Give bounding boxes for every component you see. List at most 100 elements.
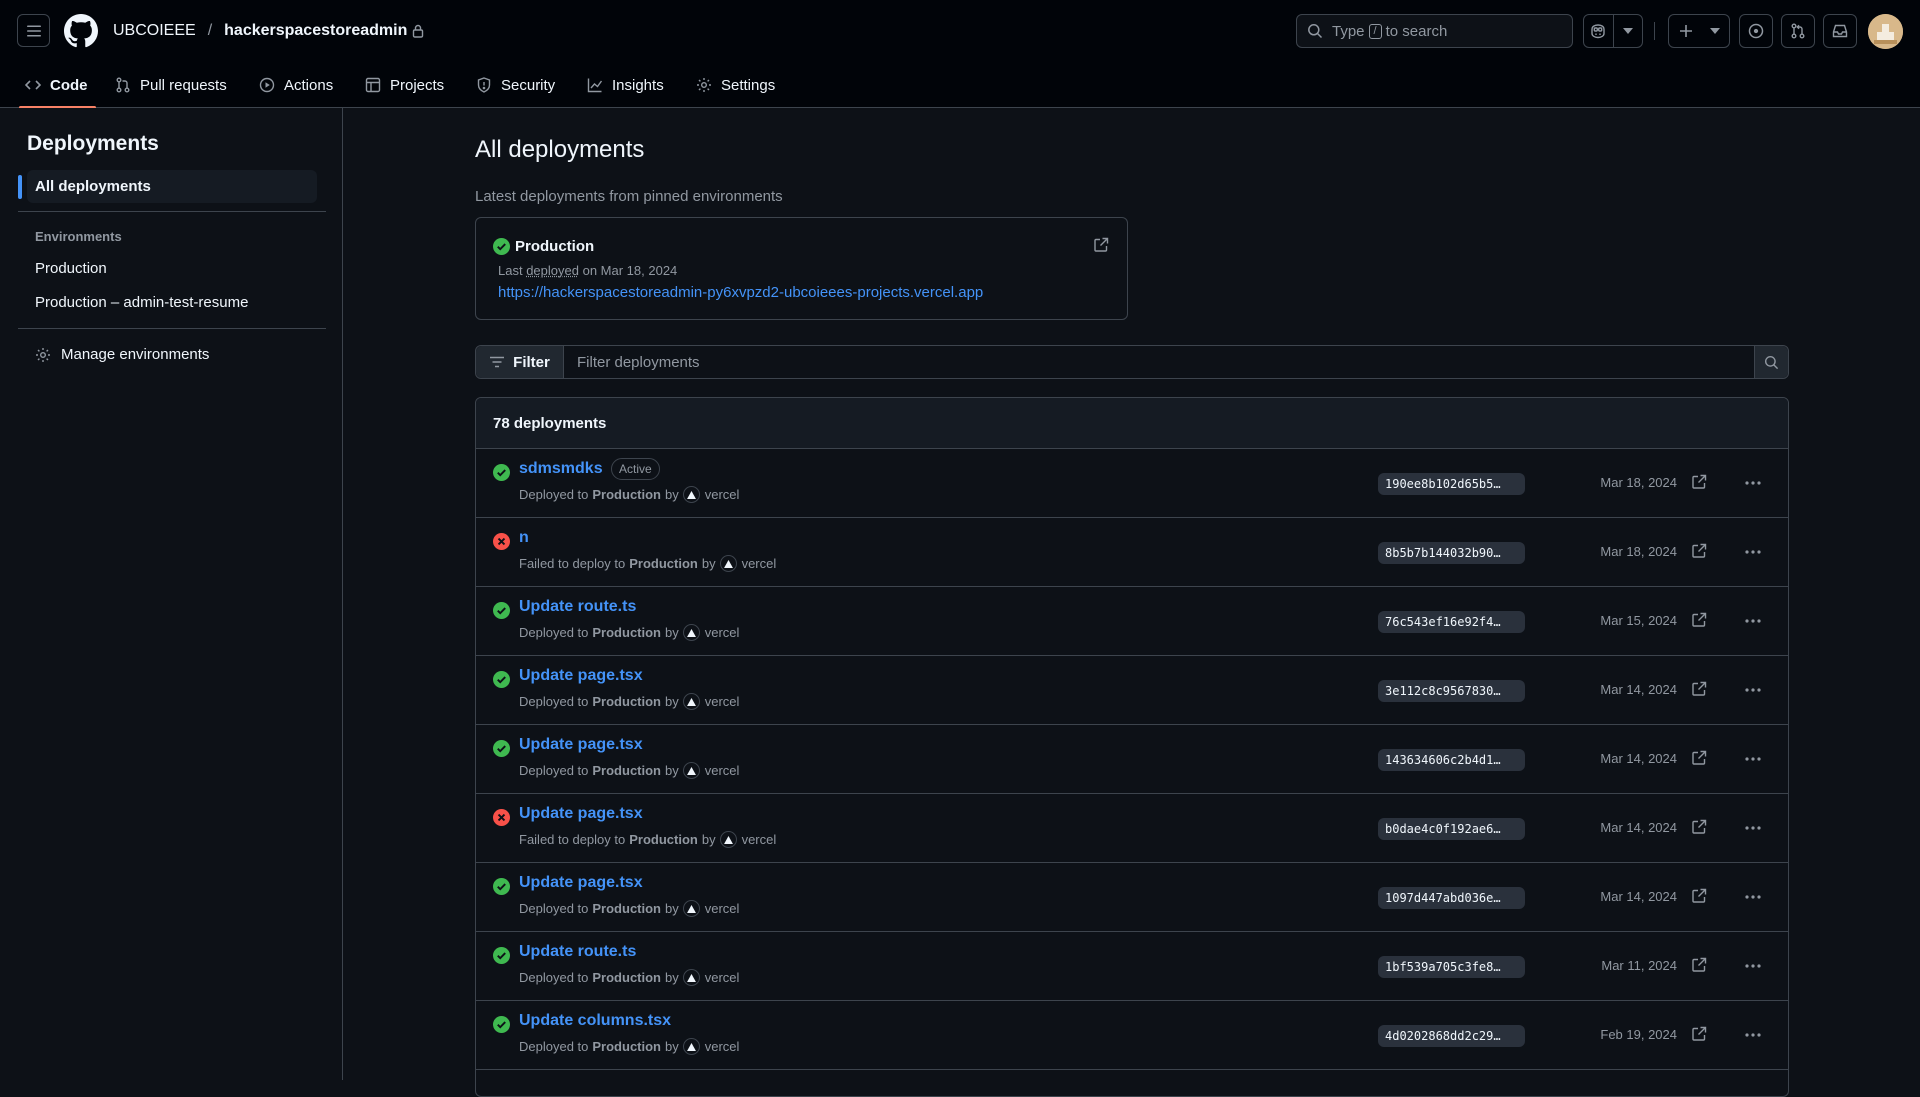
commit-sha[interactable]: 1bf539a705c3fe8… (1378, 956, 1525, 978)
pinned-url-link[interactable]: https://hackerspacestoreadmin-py6xvpzd2-… (498, 284, 983, 301)
sidebar-item-label: Production (35, 260, 107, 277)
deployment-description: Failed to deploy to Production by vercel (519, 555, 777, 572)
kebab-menu-icon[interactable] (1744, 544, 1762, 560)
deployment-title-link[interactable]: Update page.tsx (519, 874, 643, 892)
external-link-icon[interactable] (1691, 543, 1707, 559)
actor-name[interactable]: vercel (705, 901, 740, 916)
environment-name[interactable]: Production (592, 694, 661, 709)
commit-sha[interactable]: 4d0202868dd2c29… (1378, 1025, 1525, 1047)
external-link-icon[interactable] (1691, 474, 1707, 490)
commit-sha[interactable]: b0dae4c0f192ae6… (1378, 818, 1525, 840)
kebab-menu-icon[interactable] (1744, 751, 1762, 767)
filter-search-button[interactable] (1754, 346, 1788, 378)
deployment-title-link[interactable]: Update page.tsx (519, 805, 643, 823)
external-link-icon[interactable] (1691, 681, 1707, 697)
actor-name[interactable]: vercel (705, 487, 740, 502)
kebab-menu-icon[interactable] (1744, 682, 1762, 698)
github-logo-icon[interactable] (64, 14, 98, 48)
external-link-icon[interactable] (1691, 888, 1707, 904)
sidebar-item-production[interactable]: Production (27, 252, 317, 285)
actor-name[interactable]: vercel (705, 970, 740, 985)
deployment-title-link[interactable]: sdmsmdks (519, 460, 603, 478)
kebab-menu-icon[interactable] (1744, 889, 1762, 905)
check-circle-icon (493, 947, 510, 964)
tab-settings[interactable]: Settings (696, 62, 775, 108)
commit-sha[interactable]: 1097d447abd036e… (1378, 887, 1525, 909)
kebab-menu-icon[interactable] (1744, 820, 1762, 836)
kebab-menu-icon[interactable] (1744, 613, 1762, 629)
vercel-icon (682, 693, 700, 710)
actor-name[interactable]: vercel (705, 625, 740, 640)
kebab-menu-icon[interactable] (1744, 475, 1762, 491)
tab-code[interactable]: Code (19, 62, 95, 109)
issue-icon (1748, 23, 1764, 39)
check-circle-icon (493, 238, 510, 255)
environment-name[interactable]: Production (629, 832, 698, 847)
external-link-icon[interactable] (1691, 957, 1707, 973)
filter-button[interactable]: Filter (476, 346, 564, 378)
manage-environments-link[interactable]: Manage environments (27, 338, 317, 371)
external-link-icon[interactable] (1691, 819, 1707, 835)
breadcrumb-repo[interactable]: hackerspacestoreadmin (224, 22, 407, 40)
pull-requests-button[interactable] (1781, 14, 1815, 48)
graph-icon (587, 77, 603, 93)
deployment-title-link[interactable]: Update page.tsx (519, 736, 643, 754)
breadcrumb-owner[interactable]: UBCOIEEE (113, 22, 196, 40)
top-bar: UBCOIEEE / hackerspacestoreadmin Type / … (0, 0, 1920, 62)
environment-name[interactable]: Production (592, 487, 661, 502)
actor-name[interactable]: vercel (742, 556, 777, 571)
deployment-title-link[interactable]: n (519, 529, 529, 547)
vercel-icon (682, 762, 700, 779)
menu-button[interactable] (17, 14, 50, 47)
deployment-title-link[interactable]: Update route.ts (519, 598, 636, 616)
create-new-button[interactable] (1668, 14, 1730, 48)
issues-button[interactable] (1739, 14, 1773, 48)
external-link-icon[interactable] (1691, 1026, 1707, 1042)
filter-deployments-input[interactable]: Filter deployments (577, 354, 700, 371)
tab-insights[interactable]: Insights (587, 62, 664, 108)
commit-sha[interactable]: 190ee8b102d65b5… (1378, 473, 1525, 495)
environment-name[interactable]: Production (592, 1039, 661, 1054)
actor-name[interactable]: vercel (742, 832, 777, 847)
deployment-title-link[interactable]: Update page.tsx (519, 667, 643, 685)
kebab-menu-icon[interactable] (1744, 1027, 1762, 1043)
pinned-environment-name[interactable]: Production (515, 238, 594, 255)
sidebar-item-all-deployments[interactable]: All deployments (18, 170, 317, 203)
commit-sha[interactable]: 3e112c8c9567830… (1378, 680, 1525, 702)
external-link-icon[interactable] (1691, 750, 1707, 766)
avatar[interactable] (1868, 14, 1903, 49)
environment-name[interactable]: Production (592, 763, 661, 778)
environment-name[interactable]: Production (592, 901, 661, 916)
deployment-title-link[interactable]: Update columns.tsx (519, 1012, 671, 1030)
actor-name[interactable]: vercel (705, 694, 740, 709)
tab-pull-requests[interactable]: Pull requests (115, 62, 227, 108)
sidebar-item-production-admin-test-resume[interactable]: Production – admin-test-resume (27, 286, 317, 319)
actor-name[interactable]: vercel (705, 1039, 740, 1054)
tab-security[interactable]: Security (476, 62, 555, 108)
table-row: sdmsmdks Active Deployed to Production by ver… (476, 449, 1788, 518)
commit-sha[interactable]: 76c543ef16e92f4… (1378, 611, 1525, 633)
environment-name[interactable]: Production (592, 970, 661, 985)
inbox-button[interactable] (1823, 14, 1857, 48)
commit-sha[interactable]: 8b5b7b144032b90… (1378, 542, 1525, 564)
deployments-sidebar: Deployments All deployments Environments… (0, 108, 343, 1080)
deployments-count: 78 deployments (493, 415, 607, 432)
pinned-subtitle: Latest deployments from pinned environme… (475, 188, 783, 205)
external-link-icon[interactable] (1093, 237, 1109, 253)
commit-sha[interactable]: 143634606c2b4d1… (1378, 749, 1525, 771)
kebab-menu-icon[interactable] (1744, 958, 1762, 974)
tab-actions[interactable]: Actions (259, 62, 333, 108)
chevron-down-icon[interactable] (1614, 28, 1643, 34)
external-link-icon[interactable] (1691, 612, 1707, 628)
x-circle-icon (493, 809, 510, 826)
environment-name[interactable]: Production (629, 556, 698, 571)
deployed-link[interactable]: deployed (526, 263, 579, 278)
deployment-title-link[interactable]: Update route.ts (519, 943, 636, 961)
plus-icon (1670, 24, 1702, 38)
environment-name[interactable]: Production (592, 625, 661, 640)
actor-name[interactable]: vercel (705, 763, 740, 778)
copilot-button[interactable] (1583, 14, 1643, 48)
tab-projects[interactable]: Projects (365, 62, 444, 108)
shield-icon (476, 77, 492, 93)
search-input[interactable]: Type / to search (1296, 14, 1573, 48)
